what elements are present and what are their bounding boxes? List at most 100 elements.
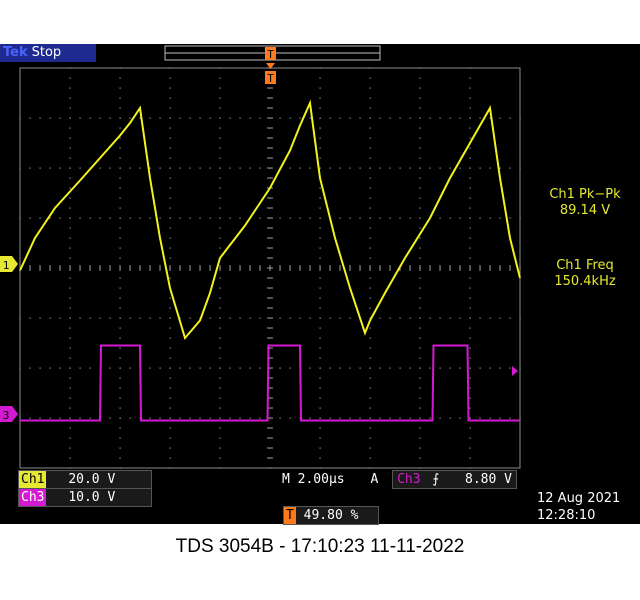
gridline-dot (19, 317, 21, 319)
gridline-dot (369, 367, 371, 369)
gridline-dot (69, 147, 71, 149)
gridline-dot (369, 307, 371, 309)
gridline-dot (169, 467, 171, 469)
gridline-dot (199, 217, 201, 219)
gridline-dot (169, 407, 171, 409)
gridline-dot (359, 117, 361, 119)
gridline-dot (469, 177, 471, 179)
gridline-dot (69, 467, 71, 469)
gridline-dot (119, 167, 121, 169)
acq-state: Stop (31, 45, 62, 60)
gridline-dot (219, 137, 221, 139)
gridline-dot (119, 87, 121, 89)
gridline-dot (419, 147, 421, 149)
gridline-dot (369, 397, 371, 399)
gridline-dot (469, 377, 471, 379)
ch3-ground-marker: 3 (0, 406, 18, 422)
gridline-dot (469, 397, 471, 399)
gridline-dot (319, 377, 321, 379)
gridline-dot (419, 457, 421, 459)
gridline-dot (229, 417, 231, 419)
gridline-dot (359, 167, 361, 169)
gridline-dot (349, 117, 351, 119)
gridline-dot (69, 257, 71, 259)
gridline-dot (209, 217, 211, 219)
gridline-dot (469, 117, 471, 119)
gridline-dot (179, 217, 181, 219)
measurement-pkpk: Ch1 Pk−Pk 89.14 V (530, 187, 640, 219)
gridline-dot (169, 367, 171, 369)
svg-text:3: 3 (3, 409, 10, 422)
gridline-dot (69, 397, 71, 399)
gridline-dot (419, 387, 421, 389)
gridline-dot (19, 417, 21, 419)
gridline-dot (519, 317, 521, 319)
gridline-dot (369, 437, 371, 439)
gridline-dot (219, 207, 221, 209)
gridline-dot (69, 67, 71, 69)
gridline-dot (369, 467, 371, 469)
gridline-dot (119, 177, 121, 179)
gridline-dot (199, 167, 201, 169)
gridline-dot (219, 357, 221, 359)
gridline-dot (89, 417, 91, 419)
gridline-dot (369, 187, 371, 189)
gridline-dot (69, 457, 71, 459)
gridline-dot (319, 367, 321, 369)
gridline-dot (219, 377, 221, 379)
gridline-dot (79, 217, 81, 219)
gridline-dot (419, 127, 421, 129)
gridline-dot (119, 297, 121, 299)
gridline-dot (399, 217, 401, 219)
gridline-dot (419, 307, 421, 309)
ch1-scale-readout: Ch1 20.0 V (18, 470, 152, 489)
gridline-dot (229, 217, 231, 219)
gridline-dot (369, 247, 371, 249)
gridline-dot (59, 117, 61, 119)
gridline-dot (489, 317, 491, 319)
gridline-dot (409, 367, 411, 369)
gridline-dot (469, 157, 471, 159)
gridline-dot (319, 407, 321, 409)
gridline-dot (369, 107, 371, 109)
gridline-dot (449, 117, 451, 119)
gridline-dot (159, 317, 161, 319)
timebase-prefix: M (282, 472, 290, 487)
gridline-dot (449, 417, 451, 419)
trigger-mode: A (370, 472, 379, 487)
gridline-dot (119, 337, 121, 339)
gridline-dot (89, 317, 91, 319)
gridline-dot (279, 367, 281, 369)
ch1-scale: 20.0 V (68, 472, 116, 487)
gridline-dot (469, 327, 471, 329)
gridline-dot (299, 117, 301, 119)
gridline-dot (119, 307, 121, 309)
gridline-dot (479, 367, 481, 369)
gridline-dot (69, 407, 71, 409)
gridline-dot (449, 217, 451, 219)
gridline-dot (119, 287, 121, 289)
trigger-info-box: Ch3 ⨍ 8.80 V (392, 470, 517, 489)
trigger-position-value: 49.80 % (303, 508, 359, 523)
gridline-dot (419, 247, 421, 249)
gridline-dot (369, 147, 371, 149)
gridline-dot (319, 457, 321, 459)
time-readout: 12:28:10 (537, 508, 596, 523)
gridline-dot (69, 337, 71, 339)
gridline-dot (309, 317, 311, 319)
gridline-dot (39, 417, 41, 419)
gridline-dot (419, 227, 421, 229)
gridline-dot (369, 347, 371, 349)
gridline-dot (169, 397, 171, 399)
gridline-dot (259, 117, 261, 119)
gridline-dot (219, 217, 221, 219)
gridline-dot (349, 217, 351, 219)
gridline-dot (219, 117, 221, 119)
gridline-dot (409, 417, 411, 419)
gridline-dot (149, 417, 151, 419)
gridline-dot (169, 77, 171, 79)
gridline-dot (219, 437, 221, 439)
gridline-dot (109, 167, 111, 169)
gridline-dot (469, 357, 471, 359)
gridline-dot (79, 317, 81, 319)
